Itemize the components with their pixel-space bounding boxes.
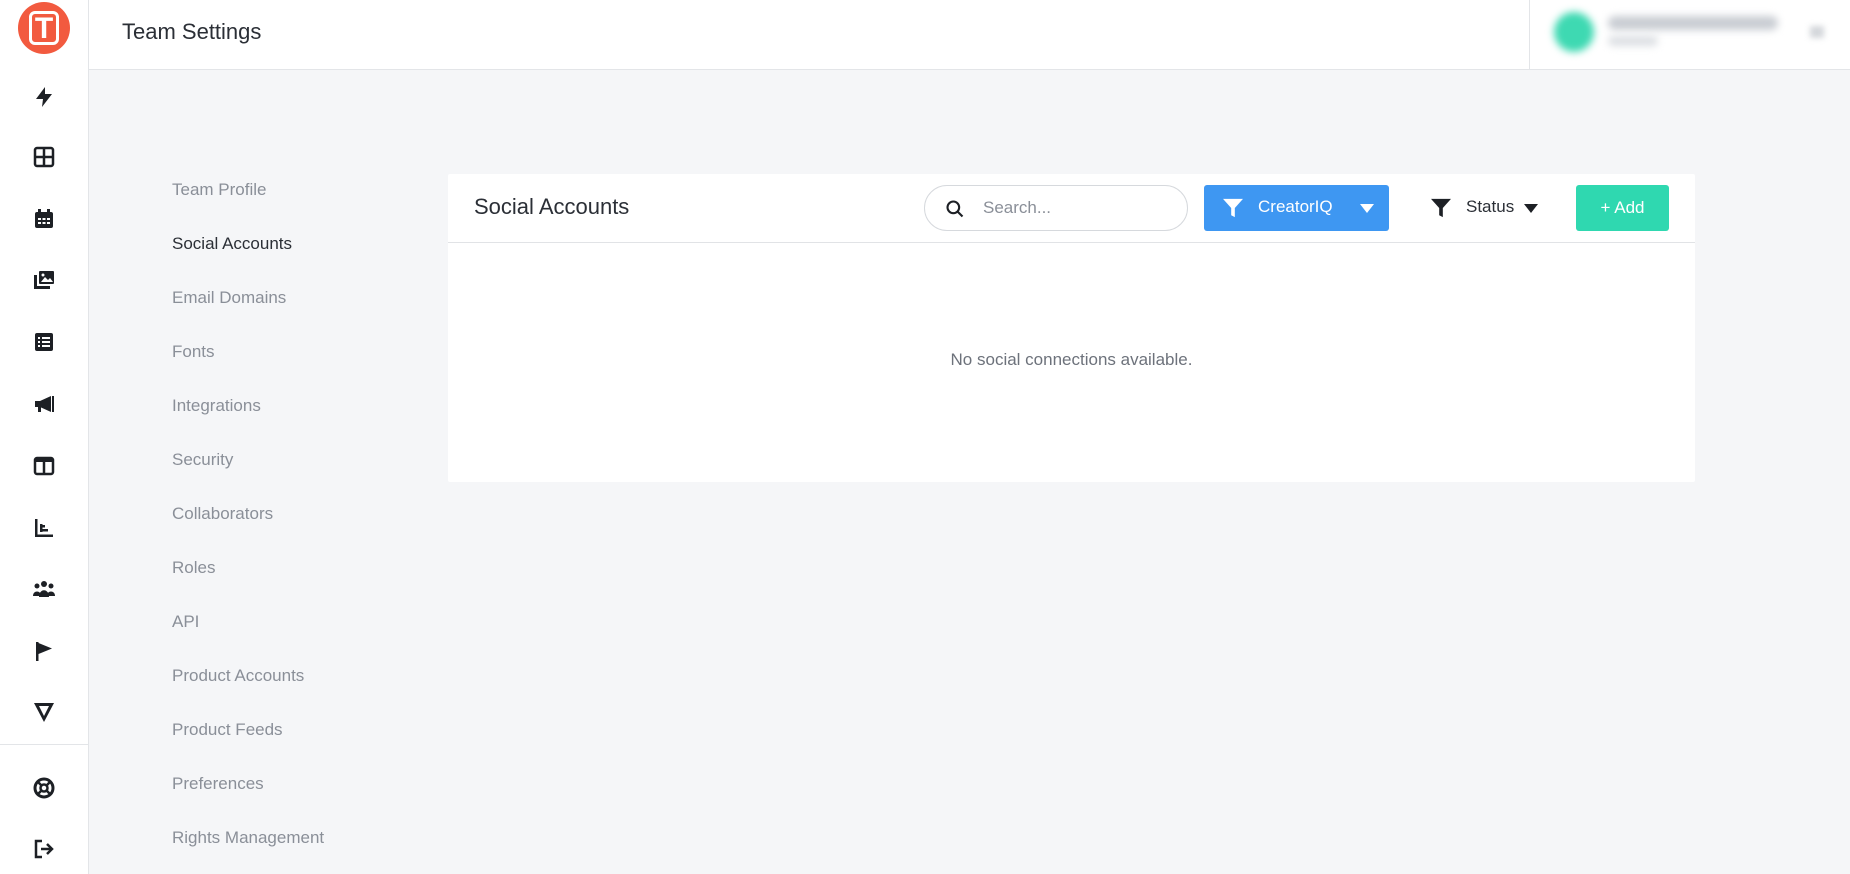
panel-title: Social Accounts: [474, 194, 630, 219]
v-logo-icon[interactable]: [26, 694, 62, 730]
columns-icon[interactable]: [26, 448, 62, 484]
user-menu[interactable]: [1529, 0, 1850, 70]
people-icon[interactable]: [26, 572, 62, 608]
search-field[interactable]: [924, 185, 1188, 231]
subnav-item-security[interactable]: Security: [172, 450, 233, 470]
subnav-item-integrations[interactable]: Integrations: [172, 396, 261, 416]
add-account-button[interactable]: + Add: [1576, 185, 1669, 231]
subnav-item-api[interactable]: API: [172, 612, 199, 632]
subnav-item-roles[interactable]: Roles: [172, 558, 215, 578]
list-icon[interactable]: [26, 324, 62, 360]
empty-state-message: No social connections available.: [950, 350, 1193, 369]
search-input[interactable]: [983, 196, 1173, 220]
grid-icon[interactable]: [26, 139, 62, 175]
subnav-item-email-domains[interactable]: Email Domains: [172, 288, 286, 308]
user-name-redacted: [1608, 16, 1778, 30]
megaphone-icon[interactable]: [26, 386, 62, 422]
filter-icon: [1431, 198, 1451, 218]
status-filter-button[interactable]: Status: [1416, 185, 1546, 231]
source-filter-label: CreatorIQ: [1258, 197, 1333, 216]
user-menu-caret-icon[interactable]: [1810, 26, 1824, 38]
subnav-item-social-accounts[interactable]: Social Accounts: [172, 234, 292, 254]
icon-rail: T: [0, 0, 89, 874]
media-library-icon[interactable]: [26, 262, 62, 298]
flag-icon[interactable]: [26, 633, 62, 669]
calendar-icon[interactable]: [26, 201, 62, 237]
subnav-item-team-profile[interactable]: Team Profile: [172, 180, 266, 200]
filter-icon: [1223, 198, 1243, 218]
subnav-item-collaborators[interactable]: Collaborators: [172, 504, 273, 524]
subnav-item-product-accounts[interactable]: Product Accounts: [172, 666, 304, 686]
logout-icon[interactable]: [26, 831, 62, 867]
subnav-item-rights-management[interactable]: Rights Management: [172, 828, 324, 848]
user-subtitle-redacted: [1608, 36, 1658, 46]
chevron-down-icon: [1360, 204, 1374, 213]
top-bar: Team Settings: [89, 0, 1850, 70]
chevron-down-icon: [1524, 204, 1538, 213]
subnav-item-preferences[interactable]: Preferences: [172, 774, 264, 794]
logo-letter: T: [29, 11, 59, 45]
avatar[interactable]: [1554, 12, 1594, 52]
rail-divider: [0, 744, 89, 745]
source-filter-button[interactable]: CreatorIQ: [1204, 185, 1389, 231]
panel-header: Social Accounts CreatorIQ Status + Add: [448, 174, 1695, 243]
subnav-item-product-feeds[interactable]: Product Feeds: [172, 720, 283, 740]
social-accounts-panel: Social Accounts CreatorIQ Status + Add N…: [448, 174, 1695, 482]
bar-chart-icon[interactable]: [26, 510, 62, 546]
app-logo[interactable]: T: [18, 2, 70, 54]
search-icon: [946, 200, 964, 218]
subnav-item-fonts[interactable]: Fonts: [172, 342, 215, 362]
help-lifebuoy-icon[interactable]: [26, 770, 62, 806]
bolt-icon[interactable]: [26, 79, 62, 115]
page-title: Team Settings: [122, 19, 262, 44]
status-filter-label: Status: [1466, 197, 1515, 216]
